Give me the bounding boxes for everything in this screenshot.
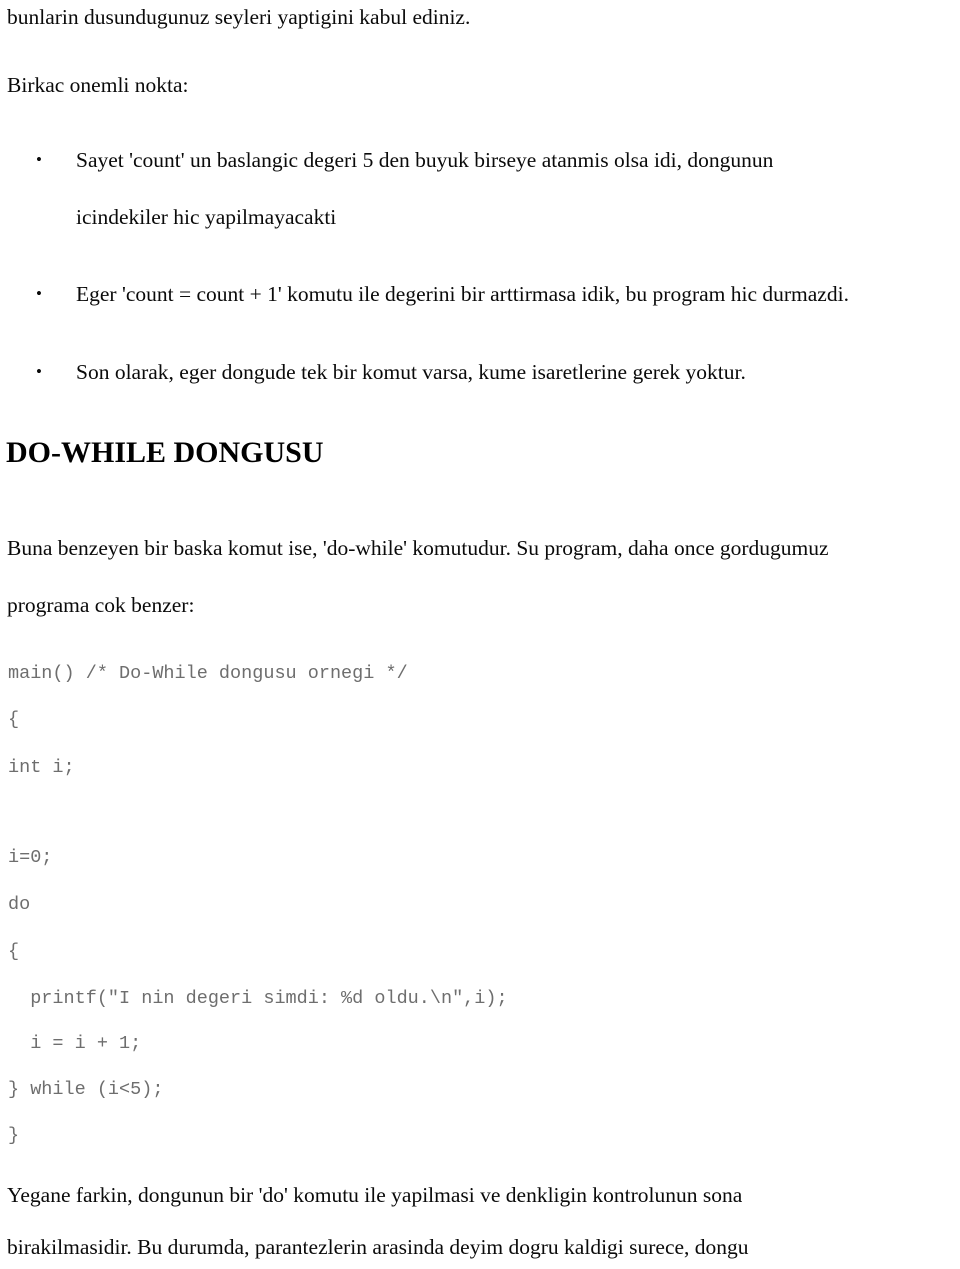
intro-continuation-line: bunlarin dusundugunuz seyleri yaptigini … [7, 5, 471, 29]
code-line-do: do [8, 894, 31, 915]
closing-paragraph-line-1: Yegane farkin, dongunun bir 'do' komutu … [7, 1183, 743, 1207]
list-item: • Son olarak, eger dongude tek bir komut … [36, 359, 746, 385]
code-line-close-brace: } [8, 1125, 20, 1146]
list-item-text: Sayet 'count' un baslangic degeri 5 den … [76, 148, 774, 172]
code-line-int-declaration: int i; [8, 757, 75, 778]
closing-paragraph-line-2: birakilmasidir. Bu durumda, parantezleri… [7, 1235, 749, 1259]
section-paragraph-line-2: programa cok benzer: [7, 593, 195, 617]
code-line-increment: i = i + 1; [8, 1033, 142, 1054]
code-line-loop-open-brace: { [8, 941, 20, 962]
code-line-printf: printf("I nin degeri simdi: %d oldu.\n",… [8, 988, 508, 1009]
code-line-init: i=0; [8, 847, 53, 868]
section-paragraph-line-1: Buna benzeyen bir baska komut ise, 'do-w… [7, 536, 829, 560]
list-item: • Eger 'count = count + 1' komutu ile deg… [36, 281, 849, 307]
section-heading: DO-WHILE DONGUSU [6, 436, 324, 469]
bullet-icon: • [36, 284, 42, 303]
code-line-open-brace: { [8, 709, 20, 730]
bullet-icon: • [36, 362, 42, 381]
code-line-while-condition: } while (i<5); [8, 1079, 164, 1100]
document-page: bunlarin dusundugunuz seyleri yaptigini … [0, 0, 960, 1269]
code-line-main: main() /* Do-While dongusu ornegi */ [8, 663, 408, 684]
intro-lead-in: Birkac onemli nokta: [7, 73, 189, 97]
bullet-icon: • [36, 150, 42, 169]
list-item: • Sayet 'count' un baslangic degeri 5 den… [36, 147, 773, 173]
list-item-text-wrapped: icindekiler hic yapilmayacakti [76, 205, 337, 229]
list-item-text: Son olarak, eger dongude tek bir komut v… [76, 360, 746, 384]
list-item-text: Eger 'count = count + 1' komutu ile dege… [76, 282, 849, 306]
